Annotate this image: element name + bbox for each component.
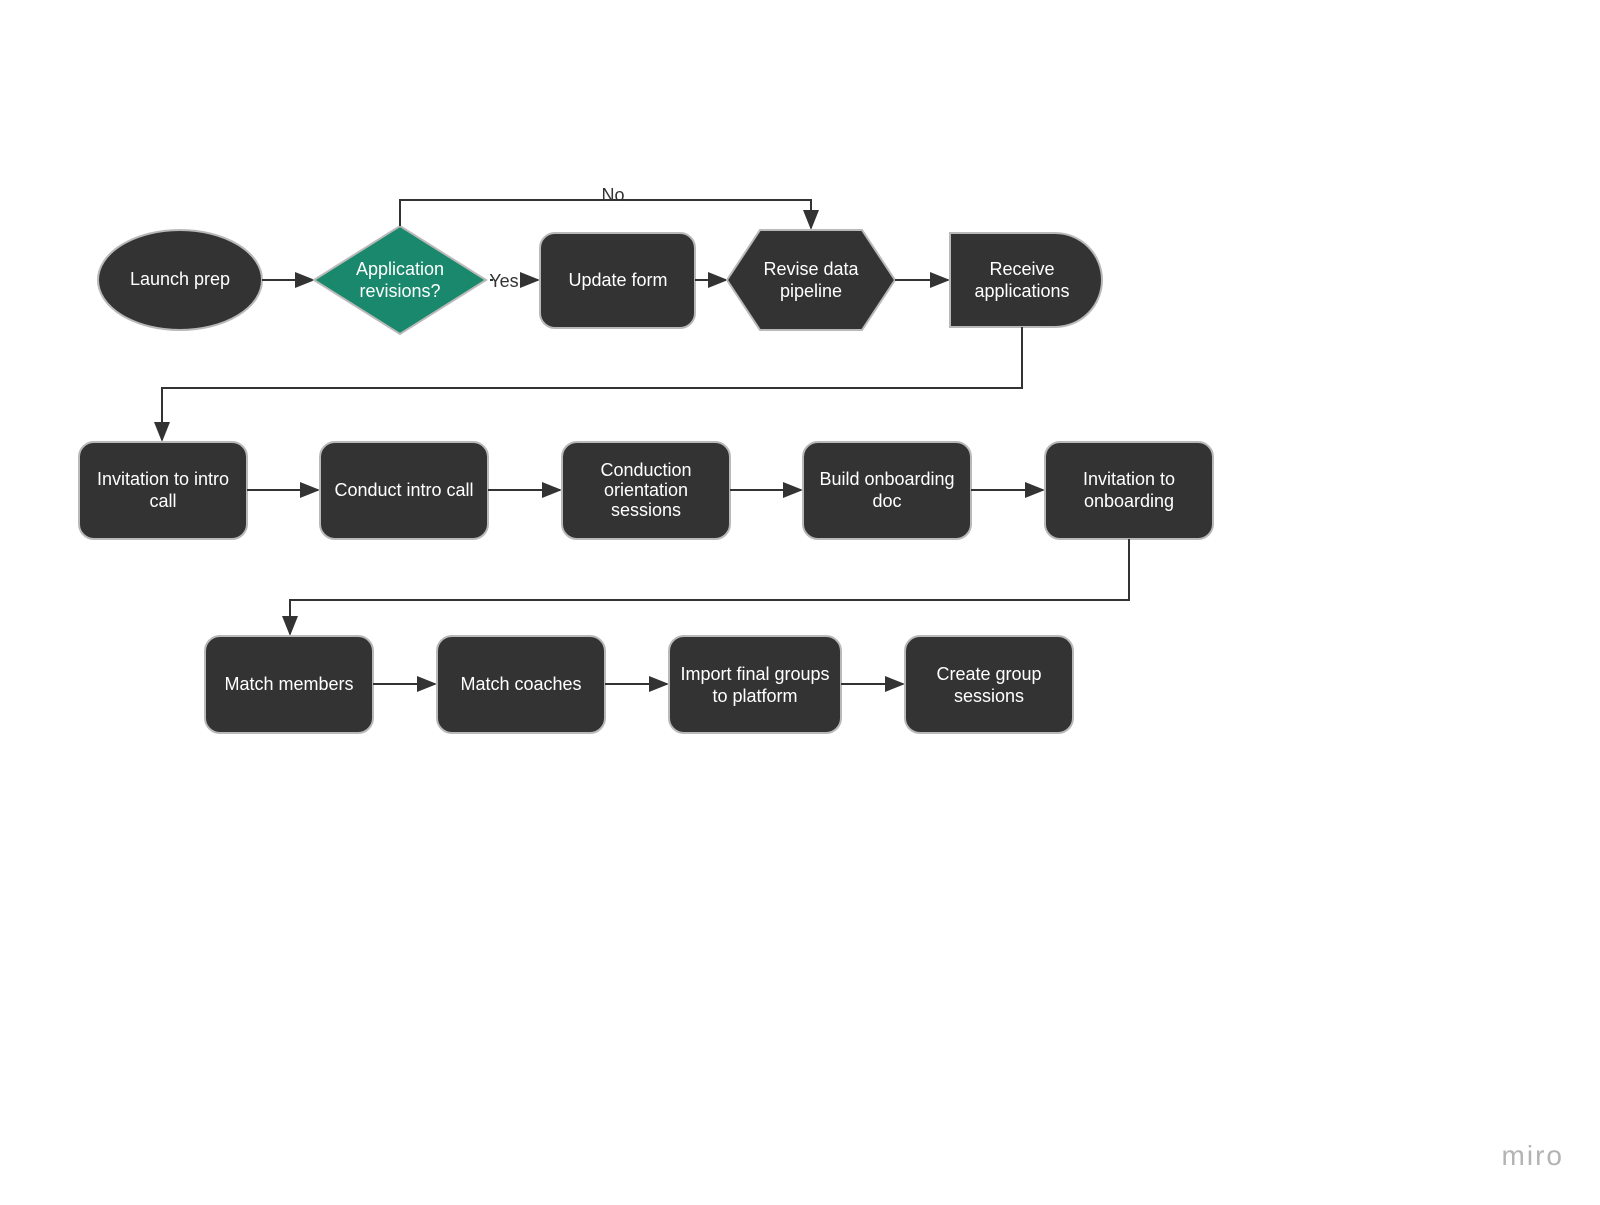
flowchart-canvas: Launch prep Application revisions? Yes N… <box>0 0 1600 1200</box>
flowchart-svg: Launch prep Application revisions? Yes N… <box>0 0 1600 1200</box>
node-orientation-l2: orientation <box>604 480 688 500</box>
node-orientation-sessions[interactable]: Conduction orientation sessions <box>562 442 730 539</box>
node-receive-applications[interactable]: Receive applications <box>950 233 1102 327</box>
node-inviteonboard-l2: onboarding <box>1084 491 1174 511</box>
node-receive-l2: applications <box>974 281 1069 301</box>
edge-receive-to-inviteintro <box>162 327 1022 440</box>
node-import-l1: Import final groups <box>680 664 829 684</box>
node-update-form-label: Update form <box>568 270 667 290</box>
node-launch-prep-label: Launch prep <box>130 269 230 289</box>
node-revise-data-l2: pipeline <box>780 281 842 301</box>
node-create-sessions[interactable]: Create group sessions <box>905 636 1073 733</box>
node-match-members[interactable]: Match members <box>205 636 373 733</box>
node-builddoc-l2: doc <box>872 491 901 511</box>
node-builddoc-l1: Build onboarding <box>819 469 954 489</box>
node-import-groups[interactable]: Import final groups to platform <box>669 636 841 733</box>
node-launch-prep[interactable]: Launch prep <box>98 230 262 330</box>
node-orientation-l1: Conduction <box>600 460 691 480</box>
node-invite-intro-l1: Invitation to intro <box>97 469 229 489</box>
node-invitation-intro[interactable]: Invitation to intro call <box>79 442 247 539</box>
node-invite-intro-l2: call <box>149 491 176 511</box>
node-match-members-label: Match members <box>224 674 353 694</box>
node-match-coaches[interactable]: Match coaches <box>437 636 605 733</box>
node-conduct-intro[interactable]: Conduct intro call <box>320 442 488 539</box>
node-conduct-intro-label: Conduct intro call <box>334 480 473 500</box>
node-revise-data-pipeline[interactable]: Revise data pipeline <box>727 230 895 330</box>
edge-label-no: No <box>601 185 624 205</box>
node-app-rev-l2: revisions? <box>359 281 440 301</box>
node-import-l2: to platform <box>712 686 797 706</box>
node-create-l1: Create group <box>936 664 1041 684</box>
miro-watermark: miro <box>1502 1140 1564 1172</box>
node-revise-data-l1: Revise data <box>763 259 859 279</box>
node-build-onboarding-doc[interactable]: Build onboarding doc <box>803 442 971 539</box>
node-orientation-l3: sessions <box>611 500 681 520</box>
edge-inviteonboard-to-matchmembers <box>290 539 1129 634</box>
node-app-rev-l1: Application <box>356 259 444 279</box>
node-receive-l1: Receive <box>989 259 1054 279</box>
node-create-l2: sessions <box>954 686 1024 706</box>
edge-label-yes: Yes <box>489 271 518 291</box>
node-application-revisions[interactable]: Application revisions? <box>314 226 486 334</box>
node-invitation-onboarding[interactable]: Invitation to onboarding <box>1045 442 1213 539</box>
node-update-form[interactable]: Update form <box>540 233 695 328</box>
node-match-coaches-label: Match coaches <box>460 674 581 694</box>
node-inviteonboard-l1: Invitation to <box>1083 469 1175 489</box>
